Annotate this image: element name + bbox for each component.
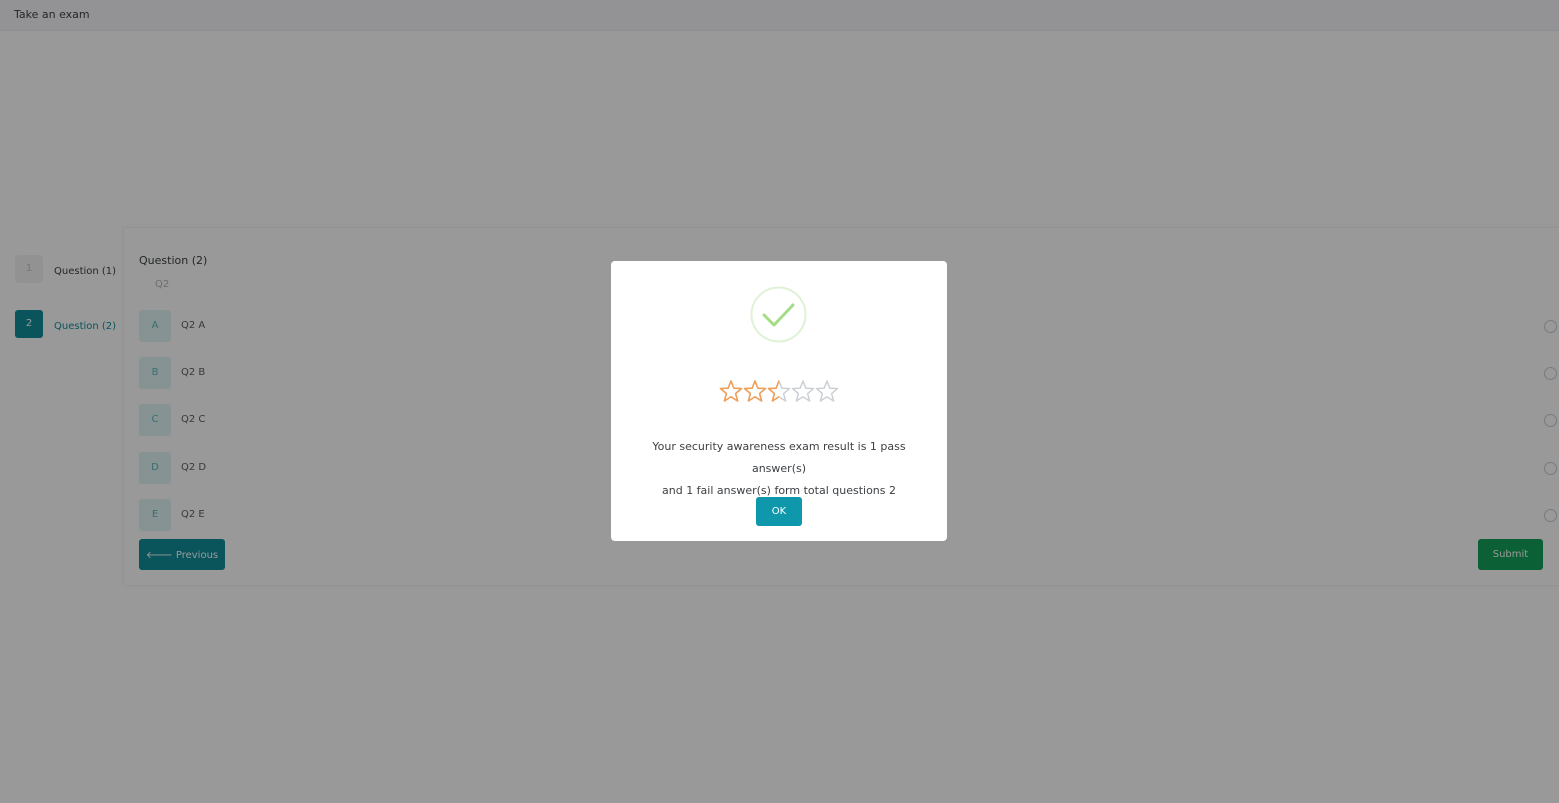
star-icon xyxy=(719,380,743,402)
ok-button[interactable]: OK xyxy=(756,497,802,526)
check-circle-icon xyxy=(750,286,807,343)
star-icon xyxy=(815,380,839,402)
star-icon xyxy=(791,380,815,402)
star-icon xyxy=(767,380,791,402)
result-message-line-1: Your security awareness exam result is 1… xyxy=(652,440,906,475)
rating-stars xyxy=(611,378,947,408)
result-dialog: Your security awareness exam result is 1… xyxy=(611,261,947,541)
star-icon xyxy=(743,380,767,402)
result-message: Your security awareness exam result is 1… xyxy=(631,436,927,502)
